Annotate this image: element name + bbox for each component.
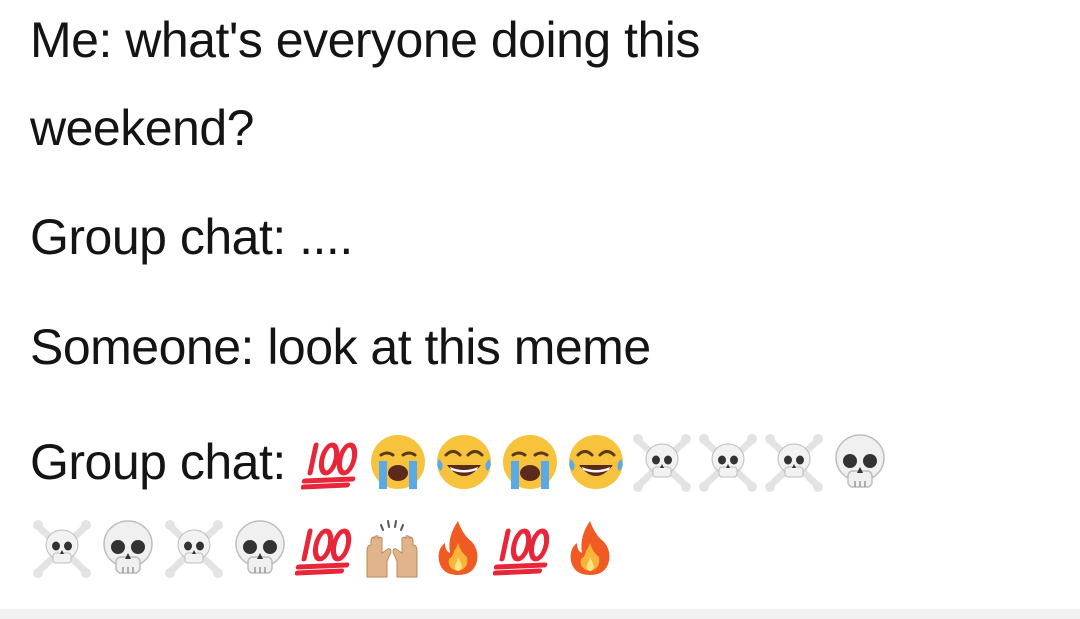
- loudly-crying-emoji-icon: [498, 430, 562, 494]
- fire-emoji-icon: [426, 516, 490, 580]
- text-line-5: Group chat:: [30, 434, 286, 490]
- skull-and-crossbones-emoji-icon: [630, 430, 694, 494]
- loudly-crying-emoji-icon: [366, 430, 430, 494]
- skull-emoji-icon: [228, 516, 292, 580]
- hundred-points-emoji-icon: [492, 516, 556, 580]
- tears-of-joy-emoji-icon: [564, 430, 628, 494]
- emoji-row-1: [300, 430, 894, 494]
- tears-of-joy-emoji-icon: [432, 430, 496, 494]
- skull-and-crossbones-emoji-icon: [162, 516, 226, 580]
- reaction-line-2: [30, 516, 624, 580]
- skull-and-crossbones-emoji-icon: [762, 430, 826, 494]
- text-line-2: weekend?: [30, 100, 254, 156]
- raising-hands-emoji-icon: [360, 516, 424, 580]
- skull-and-crossbones-emoji-icon: [30, 516, 94, 580]
- fire-emoji-icon: [558, 516, 622, 580]
- skull-and-crossbones-emoji-icon: [696, 430, 760, 494]
- text-line-3: Group chat: ....: [30, 209, 353, 265]
- emoji-row-2: [30, 516, 624, 580]
- bottom-divider: [0, 609, 1080, 619]
- hundred-points-emoji-icon: [300, 430, 364, 494]
- hundred-points-emoji-icon: [294, 516, 358, 580]
- skull-emoji-icon: [828, 430, 892, 494]
- text-line-4: Someone: look at this meme: [30, 319, 651, 375]
- text-line-1: Me: what's everyone doing this: [30, 12, 700, 68]
- skull-emoji-icon: [96, 516, 160, 580]
- reaction-line-1: Group chat:: [30, 430, 894, 494]
